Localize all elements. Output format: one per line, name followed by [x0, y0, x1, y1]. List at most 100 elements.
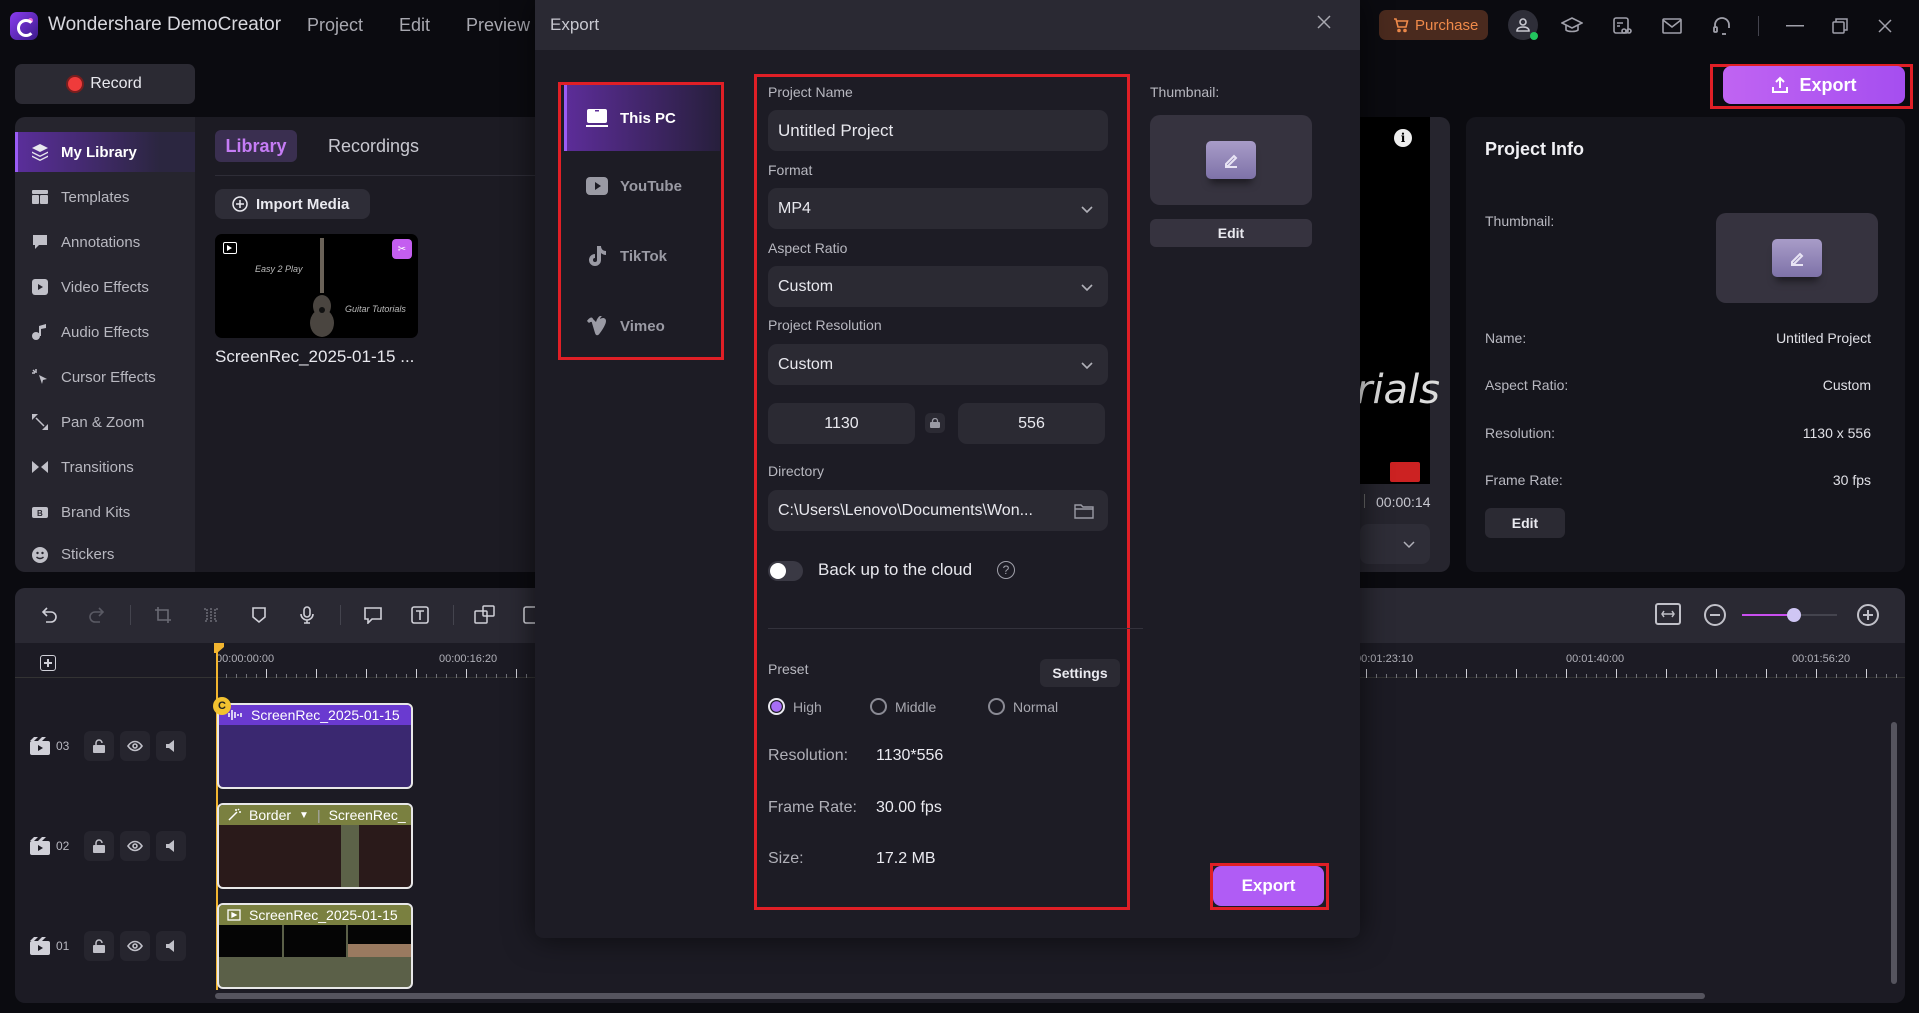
sidebar-item-stickers[interactable]: Stickers — [15, 537, 195, 572]
mail-icon[interactable] — [1658, 12, 1686, 40]
dialog-thumbnail[interactable] — [1150, 115, 1312, 205]
directory-input[interactable]: C:\Users\Lenovo\Documents\Won... — [768, 490, 1108, 531]
undo-icon[interactable] — [37, 603, 61, 627]
aspect-ratio-select[interactable]: Custom — [768, 266, 1108, 307]
width-input[interactable]: 1130 — [768, 403, 915, 444]
preset-label-high: High — [793, 698, 822, 715]
microphone-icon[interactable] — [295, 603, 319, 627]
restore-icon[interactable] — [1826, 12, 1854, 40]
annotation-icon — [31, 233, 49, 251]
ruler-tick — [286, 674, 287, 678]
info-icon[interactable]: i — [1394, 129, 1412, 147]
destination-vimeo[interactable]: Vimeo — [564, 293, 720, 359]
pi-thumbnail-label: Thumbnail: — [1485, 213, 1555, 229]
zoom-out-icon[interactable] — [1704, 604, 1726, 626]
destination-tiktok[interactable]: TikTok — [564, 223, 720, 289]
record-button[interactable]: Record — [15, 64, 195, 104]
clip-name: Border — [249, 807, 292, 823]
eye-icon[interactable] — [120, 831, 150, 861]
text-icon[interactable] — [408, 603, 432, 627]
clip-track-03[interactable]: ScreenRec_2025-01-15 — [217, 703, 413, 789]
media-thumbnail[interactable]: Easy 2 Play Guitar Tutorials ✂ — [215, 234, 418, 338]
preset-high-radio[interactable]: High — [768, 698, 822, 715]
track-header-01: 01 — [30, 926, 200, 966]
sidebar-item-label: My Library — [61, 143, 137, 161]
preset-normal-radio[interactable]: Normal — [988, 698, 1058, 715]
eye-icon[interactable] — [120, 931, 150, 961]
menu-preview[interactable]: Preview — [466, 15, 530, 36]
sidebar-item-brand-kits[interactable]: B Brand Kits — [15, 492, 195, 532]
ruler-tick — [516, 669, 517, 678]
headset-icon[interactable] — [1708, 12, 1736, 40]
lock-icon[interactable] — [84, 831, 114, 861]
dialog-close-icon[interactable] — [1316, 14, 1336, 34]
lock-icon[interactable] — [84, 731, 114, 761]
project-resolution-select[interactable]: Custom — [768, 344, 1108, 385]
timeline-zoom-slider[interactable] — [1742, 608, 1837, 622]
tab-library[interactable]: Library — [215, 130, 297, 162]
crop-icon[interactable] — [151, 603, 175, 627]
format-select[interactable]: MP4 — [768, 188, 1108, 229]
split-icon[interactable] — [199, 603, 223, 627]
help-icon[interactable]: ? — [997, 561, 1015, 579]
sidebar-item-annotations[interactable]: Annotations — [15, 222, 195, 262]
sidebar-item-cursor-effects[interactable]: Cursor Effects — [15, 357, 195, 397]
project-name-input[interactable]: Untitled Project — [768, 110, 1108, 151]
sidebar-item-label: Brand Kits — [61, 503, 131, 521]
destination-youtube[interactable]: YouTube — [564, 153, 720, 219]
ruler-tick — [1536, 674, 1537, 678]
zoom-in-icon[interactable] — [1857, 604, 1879, 626]
height-input[interactable]: 556 — [958, 403, 1105, 444]
sidebar-item-pan-zoom[interactable]: Pan & Zoom — [15, 402, 195, 442]
sidebar-item-my-library[interactable]: My Library — [15, 132, 195, 172]
sidebar-item-transitions[interactable]: Transitions — [15, 447, 195, 487]
window-close-icon[interactable] — [1871, 12, 1899, 40]
speaker-icon[interactable] — [156, 831, 186, 861]
ruler-tick — [236, 674, 237, 678]
folder-icon[interactable] — [1074, 503, 1094, 519]
caption-bubble-icon[interactable] — [361, 603, 385, 627]
top-export-label: Export — [1799, 74, 1857, 95]
academy-icon[interactable] — [1558, 12, 1586, 40]
ai-cutout-icon[interactable] — [1608, 12, 1636, 40]
sidebar-item-audio-effects[interactable]: Audio Effects — [15, 312, 195, 352]
fit-timeline-icon[interactable] — [1655, 603, 1681, 625]
dialog-export-button[interactable]: Export — [1213, 866, 1324, 906]
menu-edit[interactable]: Edit — [399, 15, 430, 36]
top-export-button[interactable]: Export — [1723, 66, 1905, 104]
redo-icon[interactable] — [85, 603, 109, 627]
timeline-horizontal-scrollbar[interactable] — [215, 993, 1705, 999]
preset-settings-button[interactable]: Settings — [1040, 659, 1120, 687]
ruler-tick — [1636, 674, 1637, 678]
ruler-tick — [1506, 674, 1507, 678]
project-resolution-value: Custom — [778, 355, 834, 373]
pi-thumbnail[interactable] — [1716, 213, 1878, 303]
speaker-icon[interactable] — [156, 931, 186, 961]
dialog-thumbnail-edit-button[interactable]: Edit — [1150, 219, 1312, 247]
cloud-backup-toggle[interactable] — [768, 561, 803, 581]
eye-icon[interactable] — [120, 731, 150, 761]
preview-quality-dropdown[interactable] — [1360, 524, 1430, 564]
minimize-icon[interactable] — [1781, 12, 1809, 40]
ruler-tick — [1896, 674, 1897, 678]
sidebar-item-templates[interactable]: Templates — [15, 177, 195, 217]
timeline-vertical-scrollbar[interactable] — [1891, 722, 1897, 984]
tab-recordings[interactable]: Recordings — [328, 130, 419, 162]
pi-edit-button[interactable]: Edit — [1485, 508, 1565, 538]
destination-this-pc[interactable]: This PC — [564, 85, 720, 151]
lock-icon[interactable] — [84, 931, 114, 961]
preset-middle-radio[interactable]: Middle — [870, 698, 936, 715]
marker-icon[interactable] — [247, 603, 271, 627]
menu-project[interactable]: Project — [307, 15, 363, 36]
add-track-icon[interactable] — [40, 655, 56, 671]
lock-aspect-icon[interactable] — [925, 413, 945, 433]
import-media-button[interactable]: Import Media — [215, 189, 370, 219]
clip-track-02[interactable]: Border ▼ | ScreenRec_ — [217, 803, 413, 889]
purchase-button[interactable]: Purchase — [1379, 10, 1488, 40]
clip-track-01[interactable]: ScreenRec_2025-01-15 — [217, 903, 413, 989]
sidebar-item-video-effects[interactable]: Video Effects — [15, 267, 195, 307]
ruler-tick — [1426, 674, 1427, 678]
subtitle-icon[interactable] — [473, 603, 497, 627]
speaker-icon[interactable] — [156, 731, 186, 761]
user-avatar[interactable] — [1508, 10, 1538, 40]
